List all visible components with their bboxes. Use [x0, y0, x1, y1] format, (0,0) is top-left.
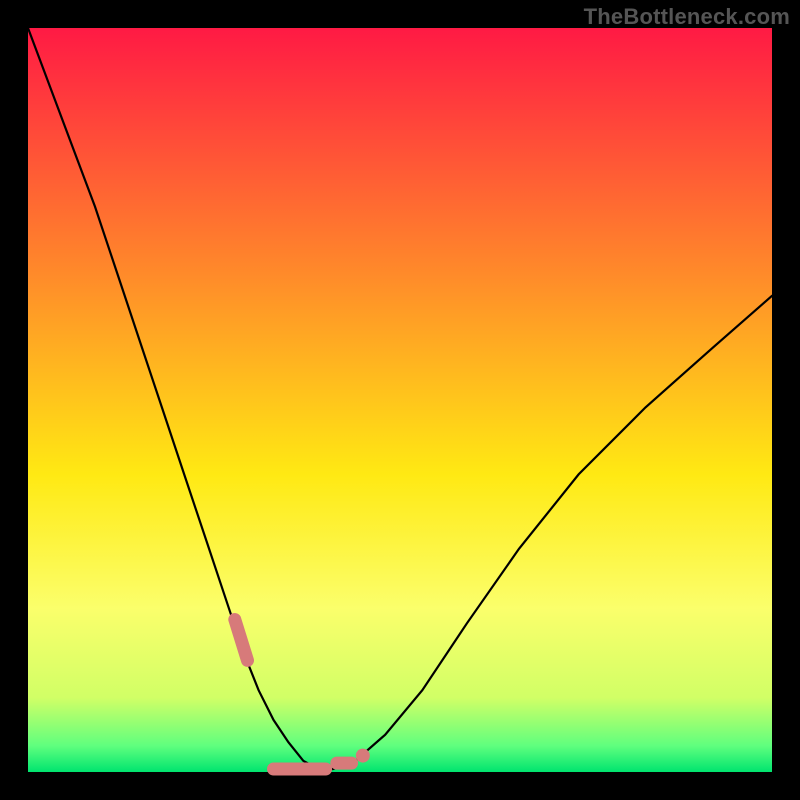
gradient-background: [28, 28, 772, 772]
bottleneck-chart: [0, 0, 800, 800]
chart-frame: TheBottleneck.com: [0, 0, 800, 800]
watermark-text: TheBottleneck.com: [584, 4, 790, 30]
